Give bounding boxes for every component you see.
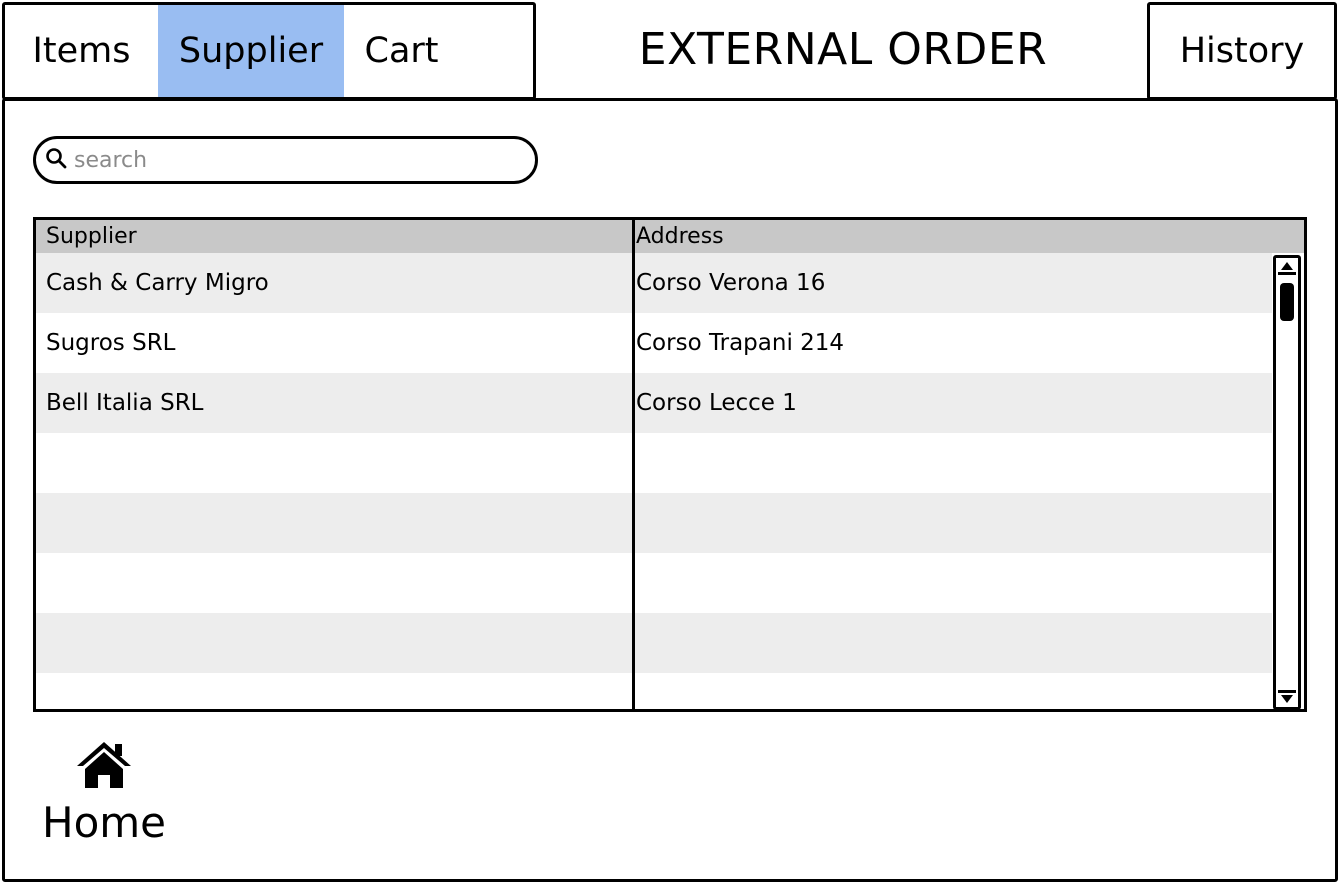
address-cell: Corso Trapani 214	[636, 330, 845, 356]
scroll-up-button[interactable]	[1278, 260, 1296, 275]
page-title: EXTERNAL ORDER	[638, 23, 1048, 75]
table-row[interactable]	[36, 433, 1272, 493]
column-header-address[interactable]: Address	[634, 220, 1304, 253]
supplier-table: Supplier Address Cash & Carry Migro Cors…	[33, 217, 1307, 712]
supplier-cell: Bell Italia SRL	[46, 390, 204, 416]
table-row[interactable]: Cash & Carry Migro Corso Verona 16	[36, 253, 1272, 313]
tab-items[interactable]: Items	[5, 5, 158, 97]
supplier-cell: Cash & Carry Migro	[46, 270, 269, 296]
scroll-thumb[interactable]	[1280, 283, 1294, 321]
tab-cart[interactable]: Cart	[344, 5, 459, 97]
tab-bar: Items Supplier Cart	[2, 2, 536, 100]
table-row[interactable]	[36, 613, 1272, 673]
vertical-scrollbar[interactable]	[1273, 255, 1301, 709]
search-icon	[44, 146, 68, 174]
address-cell: Corso Verona 16	[636, 270, 826, 296]
table-row[interactable]: Bell Italia SRL Corso Lecce 1	[36, 373, 1272, 433]
tab-supplier[interactable]: Supplier	[158, 5, 344, 97]
search-input[interactable]	[74, 147, 514, 173]
table-row[interactable]	[36, 493, 1272, 553]
arrow-down-icon	[1281, 695, 1293, 703]
table-header: Supplier Address	[36, 220, 1304, 253]
home-icon	[75, 740, 133, 794]
table-row[interactable]	[36, 553, 1272, 613]
home-button[interactable]: Home	[36, 740, 172, 850]
address-cell: Corso Lecce 1	[636, 390, 797, 416]
column-divider	[632, 220, 635, 709]
tab-history[interactable]: History	[1147, 2, 1337, 100]
search-box[interactable]	[33, 136, 538, 184]
table-row[interactable]: Sugros SRL Corso Trapani 214	[36, 313, 1272, 373]
arrow-up-icon	[1281, 262, 1293, 270]
table-body: Cash & Carry Migro Corso Verona 16 Sugro…	[36, 253, 1272, 709]
supplier-cell: Sugros SRL	[46, 330, 176, 356]
home-label: Home	[41, 798, 167, 847]
scroll-down-button[interactable]	[1278, 690, 1296, 705]
table-row[interactable]	[36, 673, 1272, 709]
column-header-supplier[interactable]: Supplier	[36, 220, 634, 253]
